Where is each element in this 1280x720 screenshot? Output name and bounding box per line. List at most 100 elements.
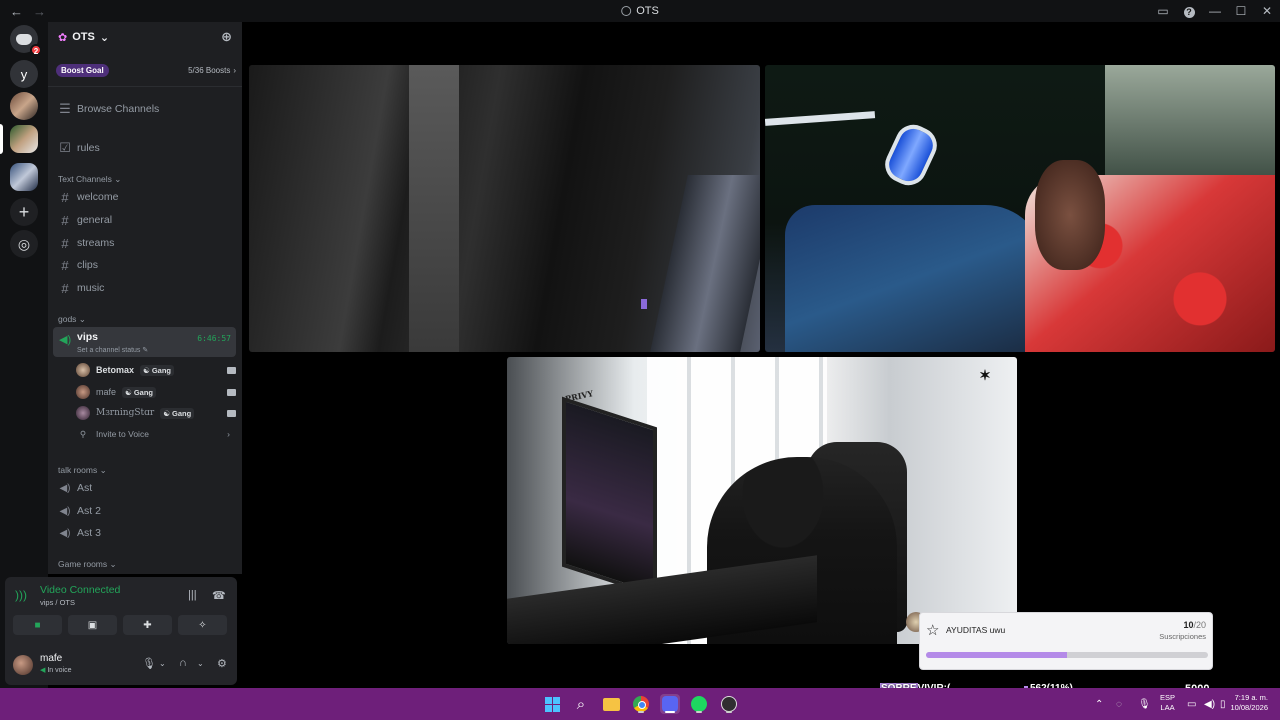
voice-user-mafe[interactable]: mafe ☯ Gang (76, 382, 236, 402)
category-label: talk rooms (58, 465, 98, 475)
soundboard-button[interactable]: ✧ (178, 615, 227, 635)
server-header[interactable]: ✿ OTS ⌄ ⊕ (48, 22, 242, 52)
soundboard-icon: ✧ (198, 619, 207, 631)
maximize-button[interactable]: ☐ (1228, 4, 1254, 18)
channel-label: streams (77, 237, 115, 249)
avatar (76, 363, 90, 377)
camera-button[interactable]: ■ (13, 615, 62, 635)
close-button[interactable]: ✕ (1254, 4, 1280, 18)
category-game-rooms[interactable]: Game rooms ⌄ (58, 559, 117, 570)
tray-overflow-icon[interactable]: ⌃ (1095, 688, 1103, 720)
network-icon[interactable]: ▭ (1187, 688, 1196, 720)
battery-icon[interactable]: ▯ (1220, 688, 1226, 720)
share-screen-button[interactable]: ▣ (68, 615, 117, 635)
back-arrow-icon[interactable]: ← (10, 4, 23, 19)
discord-button[interactable] (660, 694, 680, 714)
scene-wall (1105, 65, 1275, 185)
goal-name: AYUDITAS uwu (946, 625, 1006, 635)
tray-microphone-icon[interactable]: 🎙︎ (1138, 688, 1151, 720)
tray-app-icon[interactable]: ◌ (1116, 688, 1122, 720)
voice-channel-vips[interactable]: ◀) vips Set a channel status ✎ 6:46:57 (53, 327, 236, 357)
channel-label: Ast 2 (77, 505, 101, 517)
voice-channel-ast-2[interactable]: ◀) Ast 2 (53, 500, 236, 522)
search-icon[interactable]: ⌕ (571, 694, 591, 714)
lang-layout: LAA (1160, 703, 1175, 712)
role-tag-label: Gang (172, 408, 192, 418)
volume-icon[interactable]: ◀) (1204, 688, 1215, 720)
browse-channels-label: Browse Channels (77, 103, 160, 115)
voice-user-name: mafe (96, 387, 117, 397)
spotify-button[interactable] (689, 694, 709, 714)
channel-status-input[interactable]: Set a channel status ✎ (77, 346, 148, 354)
file-explorer-button[interactable] (601, 694, 621, 714)
obs-button[interactable] (719, 694, 739, 714)
server-folder[interactable] (10, 163, 38, 191)
channel-status-label: Set a channel status (77, 347, 141, 354)
disconnect-icon[interactable]: ☎ (212, 589, 226, 602)
channel-label: rules (77, 142, 100, 154)
user-name: mafe (40, 653, 63, 664)
chevron-down-icon[interactable]: ⌄ (159, 659, 166, 668)
boost-count: 5/36 Boosts (188, 65, 231, 75)
server-ots[interactable] (10, 125, 38, 153)
server-avatar-1[interactable] (10, 92, 38, 120)
signal-icon[interactable]: ))) (15, 588, 27, 602)
microphone-icon[interactable]: 🎙︎ (142, 657, 156, 670)
voice-channel-ast[interactable]: ◀) Ast (53, 477, 236, 499)
camera-icon (227, 388, 236, 396)
title-bar: ← → OTS ▭ ? — ☐ ✕ (0, 0, 1280, 22)
channel-label: general (77, 214, 113, 226)
add-server-button[interactable]: + (10, 198, 38, 226)
forward-arrow-icon[interactable]: → (33, 4, 46, 19)
scene-bed (785, 205, 1045, 352)
category-gods[interactable]: gods ⌄ (58, 314, 86, 325)
system-clock[interactable]: 7:19 a. m. 10/08/2026 (1230, 693, 1268, 713)
video-tile-dark-room[interactable] (249, 65, 760, 352)
minimize-button[interactable]: — (1202, 4, 1228, 18)
channel-welcome[interactable]: # welcome (53, 186, 236, 208)
channel-streams[interactable]: # streams (53, 232, 236, 254)
channel-label: clips (77, 259, 99, 271)
goal-count: 10/20 (1183, 620, 1206, 630)
speaker-icon: ◀) (59, 505, 71, 517)
voice-status-title: Video Connected (40, 584, 121, 596)
boost-goal[interactable]: Boost Goal 5/36 Boosts › (56, 62, 236, 78)
channel-general[interactable]: # general (53, 209, 236, 231)
inbox-icon[interactable]: ▭ (1150, 4, 1176, 18)
headphones-icon[interactable]: ∩ (179, 657, 187, 669)
voice-channel-ast-3[interactable]: ◀) Ast 3 (53, 522, 236, 544)
voice-user-morningstar[interactable]: MɜrningStɑr ☯ Gang (76, 403, 236, 423)
avatar[interactable] (13, 655, 33, 675)
category-text-channels[interactable]: Text Channels ⌄ (58, 174, 121, 185)
activities-button[interactable]: ✚ (123, 615, 172, 635)
channel-rules[interactable]: ☑ rules (53, 137, 236, 159)
hash-icon: # (61, 257, 69, 273)
direct-messages-button[interactable]: 2 (10, 25, 42, 56)
voice-status-sub[interactable]: vips / OTS (40, 598, 75, 607)
discover-icon[interactable]: ◎ (10, 230, 38, 258)
input-language[interactable]: ESP LAA (1160, 693, 1175, 713)
start-button[interactable] (542, 694, 562, 714)
invite-people-icon[interactable]: ⊕ (221, 29, 232, 45)
hash-icon: # (61, 280, 69, 296)
channel-label: music (77, 282, 105, 294)
channel-music[interactable]: # music (53, 277, 236, 299)
chrome-button[interactable] (631, 694, 651, 714)
invite-to-voice[interactable]: ⚲ Invite to Voice › (76, 424, 236, 444)
voice-user-betomax[interactable]: Betomax ☯ Gang (76, 360, 236, 380)
chevron-down-icon[interactable]: ⌄ (197, 659, 204, 668)
streamer-logo: ✶ (979, 368, 991, 384)
channel-clips[interactable]: # clips (53, 254, 236, 276)
server-y[interactable]: y (10, 60, 38, 88)
noise-suppression-icon[interactable]: ||| (188, 589, 197, 601)
list-icon: ☰ (59, 101, 71, 116)
category-talk-rooms[interactable]: talk rooms ⌄ (58, 465, 107, 476)
browse-channels[interactable]: ☰ Browse Channels (53, 98, 236, 120)
voice-channel-name: vips (77, 331, 99, 343)
speaker-icon: ◀ (40, 667, 46, 674)
taskbar: ⌕ ⌃ ◌ 🎙︎ ESP LAA ▭ ◀) ▯ 7:19 a. m. 10/08/2… (0, 688, 1280, 720)
video-tile-streamer[interactable]: PRIVY ✶ (507, 357, 1017, 644)
settings-gear-icon[interactable]: ⚙ (217, 657, 227, 670)
video-tile-mic-user[interactable] (765, 65, 1275, 352)
help-button[interactable]: ? (1176, 4, 1202, 18)
